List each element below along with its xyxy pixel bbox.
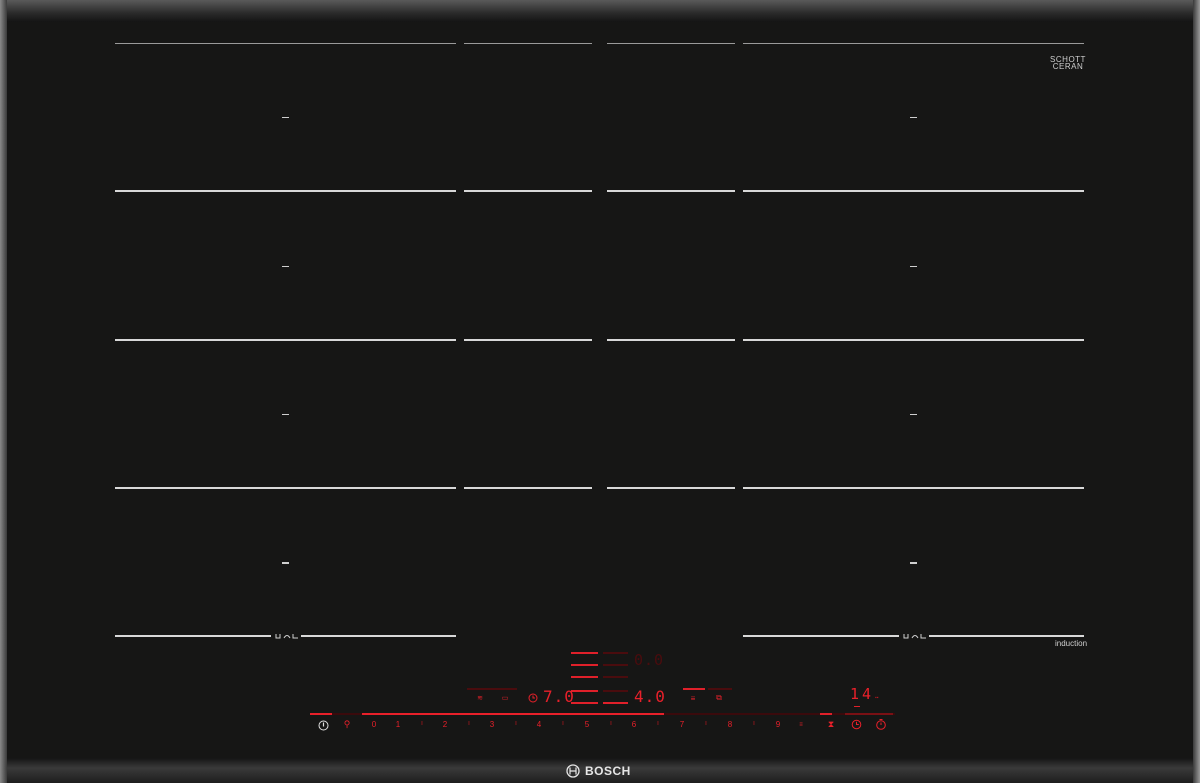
brand-name: BOSCH	[585, 764, 631, 778]
zone-line	[743, 487, 1084, 489]
zone-center-mark	[910, 266, 917, 267]
level-bar	[603, 664, 628, 666]
zone-line	[464, 487, 592, 489]
timer-unit: ▪▪	[875, 695, 879, 701]
frame-edge-left	[0, 0, 7, 783]
zone-left-display: 7.0	[543, 687, 575, 706]
slider-tick[interactable]: ı	[466, 720, 472, 727]
timer-icon[interactable]	[528, 693, 538, 703]
slider-tick[interactable]: ı	[608, 720, 614, 727]
stopwatch-icon[interactable]	[875, 718, 887, 730]
frame-edge-right	[1193, 0, 1200, 783]
slider-label-1[interactable]: 1	[393, 720, 403, 729]
timer-icon[interactable]	[851, 719, 862, 730]
zone-center-mark	[910, 414, 917, 415]
zone-center-mark	[282, 266, 289, 267]
timer-indicator	[854, 706, 860, 707]
zone-center-mark	[282, 562, 289, 564]
menu-icon[interactable]: ≡	[688, 693, 698, 703]
level-bar	[571, 664, 598, 666]
zone-line	[464, 339, 592, 341]
level-bar	[603, 690, 628, 692]
zone-center-mark	[282, 414, 289, 415]
slider-label-7[interactable]: 7	[677, 720, 687, 729]
slider-tick[interactable]: ı	[513, 720, 519, 727]
zone-line	[115, 635, 271, 637]
sensor-icon[interactable]: ⧉	[713, 693, 725, 703]
slider-edge	[820, 713, 832, 715]
function-bar	[467, 688, 517, 690]
frame-edge-top	[0, 0, 1200, 22]
zone-line	[115, 43, 456, 44]
slider-tick[interactable]: ı	[751, 720, 757, 727]
pan-icon[interactable]: ▭	[498, 694, 512, 702]
schott-ceran-logo: SCHOTT CERAN	[1050, 55, 1086, 71]
induction-badge: induction	[1055, 639, 1088, 648]
zone-line	[743, 635, 899, 637]
slider-edge	[845, 713, 893, 715]
flex-zone-icon	[903, 634, 926, 639]
level-bar	[603, 702, 628, 704]
zone-line	[607, 339, 735, 341]
slider-label-5[interactable]: 5	[582, 720, 592, 729]
zone-line	[115, 339, 456, 341]
slider-label-3[interactable]: 3	[487, 720, 497, 729]
zone-line	[301, 635, 456, 637]
power-slider-fill	[362, 713, 664, 715]
timer-display: 14	[850, 685, 875, 703]
zone-line	[464, 43, 592, 44]
zone-line	[115, 190, 456, 192]
slider-label-8[interactable]: 8	[725, 720, 735, 729]
level-bar	[571, 652, 598, 654]
function-bar	[708, 688, 732, 690]
level-bar	[571, 702, 598, 704]
slider-label-9[interactable]: 9	[773, 720, 783, 729]
slider-label-2[interactable]: 2	[440, 720, 450, 729]
slider-edge	[310, 713, 332, 715]
flex-zone-icon	[275, 634, 298, 639]
level-bar	[603, 652, 628, 654]
level-bar	[571, 690, 598, 692]
child-lock-icon[interactable]: ⚲	[340, 719, 354, 730]
zone-right-display: 4.0	[634, 687, 666, 706]
zone-line	[607, 190, 735, 192]
boost-icon[interactable]: ≋	[474, 694, 486, 702]
zone-center-mark	[910, 117, 917, 118]
zone-line	[607, 487, 735, 489]
hourglass-icon[interactable]: ⧗	[826, 719, 836, 730]
power-icon[interactable]	[318, 720, 329, 731]
slider-tick[interactable]: ı	[560, 720, 566, 727]
zone-line	[743, 43, 1084, 44]
cooktop-frame: SCHOTT CERAN induction 0.0 ≋ ▭ 7.0 4.0 ≡…	[0, 0, 1200, 783]
powerboost-icon[interactable]: ≡	[794, 719, 808, 730]
ceramic-glass-surface	[7, 22, 1193, 758]
zone-center-mark	[282, 117, 289, 118]
bosch-logo: BOSCH	[566, 762, 631, 780]
center-display: 0.0	[634, 651, 665, 669]
zone-line	[743, 190, 1084, 192]
slider-label-4[interactable]: 4	[534, 720, 544, 729]
function-bar	[683, 688, 705, 690]
zone-line	[743, 339, 1084, 341]
slider-tick[interactable]: ı	[655, 720, 661, 727]
zone-line	[607, 43, 735, 44]
zone-center-mark	[910, 562, 917, 564]
level-bar	[603, 676, 628, 678]
slider-label-6[interactable]: 6	[629, 720, 639, 729]
zone-line	[929, 635, 1084, 637]
bosch-armature-icon	[566, 764, 580, 778]
slider-tick[interactable]: ı	[419, 720, 425, 727]
slider-tick[interactable]: ı	[703, 720, 709, 727]
slider-label-0[interactable]: 0	[369, 720, 379, 729]
zone-line	[115, 487, 456, 489]
zone-line	[464, 190, 592, 192]
level-bar	[571, 676, 598, 678]
